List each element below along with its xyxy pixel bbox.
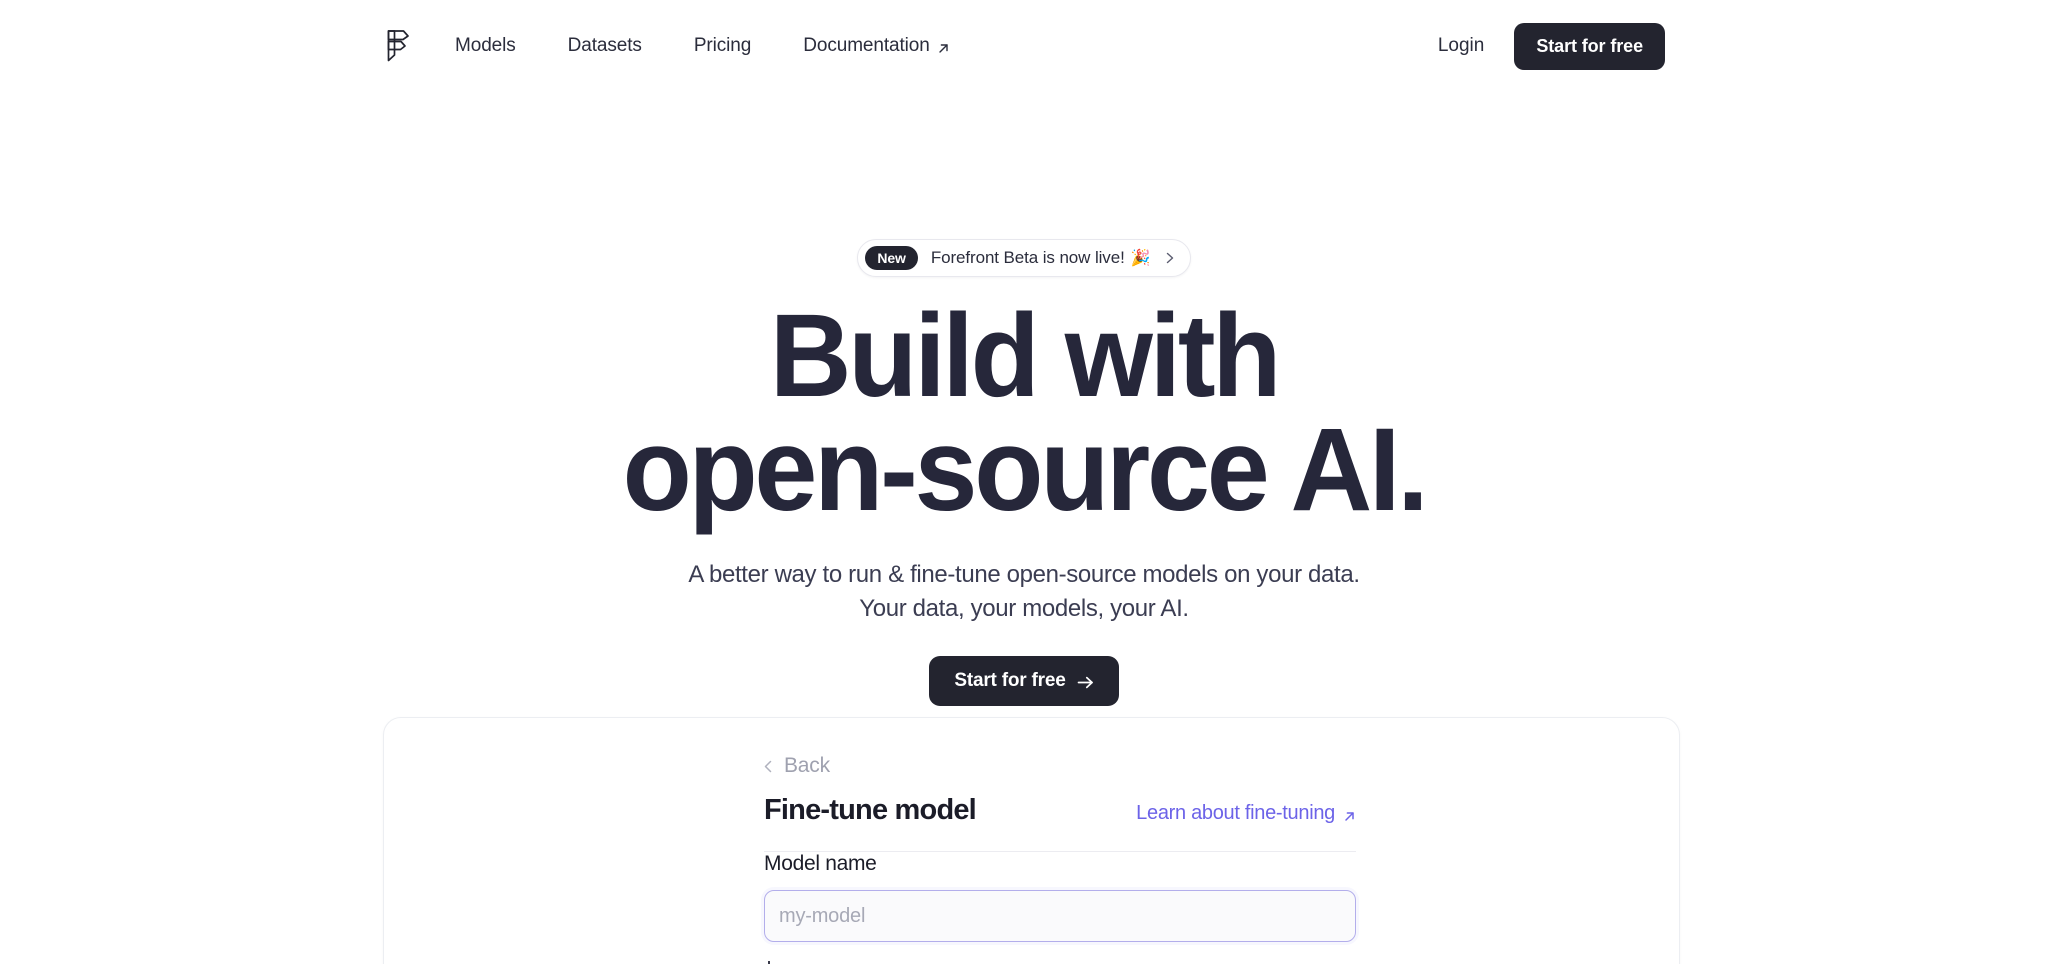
learn-about-fine-tuning-label: Learn about fine-tuning [1136, 802, 1335, 824]
nav-link-pricing-label: Pricing [693, 35, 752, 56]
new-badge: New [865, 246, 918, 270]
nav-link-models-label: Models [455, 35, 516, 56]
headline-line-2: open-source AI. [622, 404, 1429, 537]
nav-link-documentation[interactable]: Documentation [803, 29, 950, 63]
start-for-free-button-hero-label: Start for free [954, 670, 1066, 692]
announcement-wrapper: New Forefront Beta is now live! 🎉 [0, 239, 2048, 277]
arrow-right-icon [1077, 674, 1094, 689]
model-name-label: Model name [764, 852, 877, 875]
party-popper-emoji-icon: 🎉 [1130, 250, 1151, 267]
nav-left-group: Models Datasets Pricing Documentation [383, 29, 950, 63]
nav-links: Models Datasets Pricing Documentation [455, 29, 950, 63]
hero-section: New Forefront Beta is now live! 🎉 Build … [0, 92, 2048, 707]
start-for-free-button-nav[interactable]: Start for free [1514, 22, 1665, 70]
nav-link-datasets[interactable]: Datasets [568, 29, 642, 63]
nav-right-group: Login Start for free [1430, 22, 1665, 70]
fine-tune-panel-content: Back Fine-tune model Learn about fine-tu… [764, 751, 1356, 942]
subheadline-line-1: A better way to run & fine-tune open-sou… [688, 560, 1360, 588]
external-link-arrow-icon [1343, 806, 1356, 821]
landing-page: Models Datasets Pricing Documentation Lo… [0, 0, 2048, 964]
login-link[interactable]: Login [1430, 29, 1493, 63]
page-title: Build with open-source AI. [41, 297, 2007, 529]
chevron-right-icon [1164, 251, 1176, 265]
panel-header-row: Fine-tune model Learn about fine-tuning [764, 794, 1356, 827]
nav-link-documentation-label: Documentation [803, 35, 930, 56]
back-button[interactable]: Back [752, 751, 840, 781]
start-for-free-button-hero[interactable]: Start for free [929, 656, 1119, 707]
hero-cta-wrapper: Start for free [0, 656, 2048, 707]
top-navigation-bar: Models Datasets Pricing Documentation Lo… [0, 0, 2048, 92]
back-button-label: Back [784, 754, 830, 777]
announcement-banner[interactable]: New Forefront Beta is now live! 🎉 [857, 239, 1191, 277]
hero-subheadline: A better way to run & fine-tune open-sou… [0, 558, 2048, 626]
panel-title: Fine-tune model [764, 794, 977, 826]
fine-tune-model-panel: Back Fine-tune model Learn about fine-tu… [383, 717, 1680, 964]
learn-about-fine-tuning-link[interactable]: Learn about fine-tuning [1136, 802, 1356, 825]
external-link-arrow-icon [937, 39, 950, 53]
model-name-input[interactable] [764, 890, 1356, 942]
subheadline-line-2: Your data, your models, your AI. [859, 594, 1189, 622]
headline-line-1: Build with [769, 290, 1282, 422]
chevron-left-icon [762, 759, 774, 774]
nav-link-models[interactable]: Models [455, 29, 516, 63]
nav-link-pricing[interactable]: Pricing [694, 29, 751, 63]
nav-link-datasets-label: Datasets [567, 35, 642, 56]
forefront-logo-icon[interactable] [383, 29, 413, 63]
announcement-text: Forefront Beta is now live! [930, 248, 1125, 267]
